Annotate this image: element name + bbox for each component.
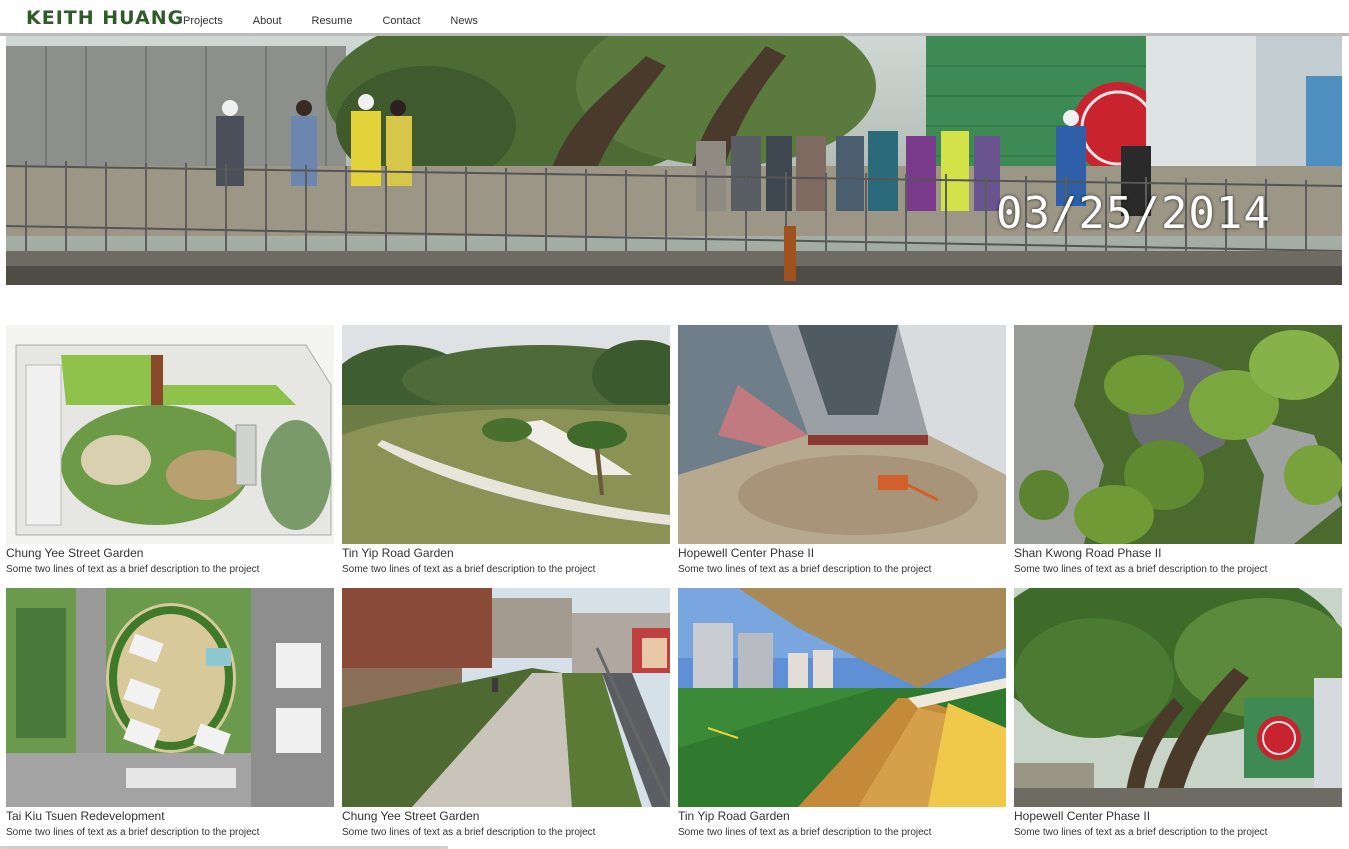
site-header: KEITH HUANG Projects About Resume Contac… [0, 0, 1349, 36]
project-description: Some two lines of text as a brief descri… [678, 564, 932, 575]
project-card[interactable]: Tin Yip Road Garden Some two lines of te… [342, 325, 670, 576]
main-nav: Projects About Resume Contact News [170, 15, 495, 27]
project-title[interactable]: Hopewell Center Phase II [678, 546, 1006, 561]
project-thumbnail[interactable] [1014, 588, 1342, 807]
project-title[interactable]: Hopewell Center Phase II [1014, 809, 1342, 824]
hero-banner: 03/25/2014 [6, 36, 1342, 285]
project-thumbnail[interactable] [6, 325, 334, 544]
project-description: Some two lines of text as a brief descri… [1014, 827, 1268, 838]
project-description: Some two lines of text as a brief descri… [342, 827, 596, 838]
project-title[interactable]: Shan Kwong Road Phase II [1014, 546, 1342, 561]
site-logo[interactable]: KEITH HUANG [26, 7, 184, 29]
project-thumbnail[interactable] [678, 325, 1006, 544]
project-card[interactable]: Hopewell Center Phase II Some two lines … [678, 325, 1006, 576]
nav-projects[interactable]: Projects [183, 15, 223, 27]
project-description: Some two lines of text as a brief descri… [1014, 564, 1268, 575]
project-thumbnail[interactable] [678, 588, 1006, 807]
project-description: Some two lines of text as a brief descri… [342, 564, 596, 575]
project-card[interactable]: Tai Kiu Tsuen Redevelopment Some two lin… [6, 588, 334, 839]
project-thumbnail[interactable] [6, 588, 334, 807]
project-title[interactable]: Tin Yip Road Garden [678, 809, 1006, 824]
project-card[interactable]: Tin Yip Road Garden Some two lines of te… [678, 588, 1006, 839]
project-title[interactable]: Chung Yee Street Garden [6, 546, 334, 561]
project-title[interactable]: Chung Yee Street Garden [342, 809, 670, 824]
project-card[interactable]: Chung Yee Street Garden Some two lines o… [342, 588, 670, 839]
nav-resume[interactable]: Resume [312, 15, 353, 27]
project-description: Some two lines of text as a brief descri… [6, 827, 260, 838]
project-description: Some two lines of text as a brief descri… [6, 564, 260, 575]
nav-news[interactable]: News [450, 15, 478, 27]
hero-photo [6, 36, 1342, 285]
project-card[interactable]: Shan Kwong Road Phase II Some two lines … [1014, 325, 1342, 576]
project-card[interactable]: Hopewell Center Phase II Some two lines … [1014, 588, 1342, 839]
hero-date-overlay: 03/25/2014 [996, 188, 1271, 239]
project-description: Some two lines of text as a brief descri… [678, 827, 932, 838]
project-title[interactable]: Tai Kiu Tsuen Redevelopment [6, 809, 334, 824]
nav-contact[interactable]: Contact [382, 15, 420, 27]
nav-about[interactable]: About [253, 15, 282, 27]
project-card[interactable]: Chung Yee Street Garden Some two lines o… [6, 325, 334, 576]
project-title[interactable]: Tin Yip Road Garden [342, 546, 670, 561]
project-thumbnail[interactable] [342, 588, 670, 807]
project-thumbnail[interactable] [1014, 325, 1342, 544]
project-thumbnail[interactable] [342, 325, 670, 544]
